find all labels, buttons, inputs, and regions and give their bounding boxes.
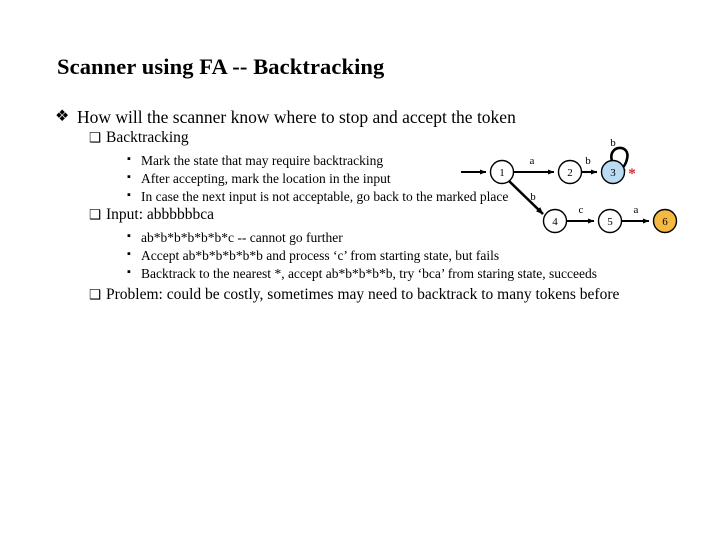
edge-label-1-2: a	[530, 155, 535, 167]
small-square-bullet-icon: ▪	[127, 248, 131, 261]
finite-automaton-diagram: a b b b c a 1 2 3 * 4 5 6	[455, 133, 710, 251]
state-label-3: 3	[610, 167, 616, 179]
outline-item-question-label: How will the scanner know where to stop …	[77, 107, 516, 127]
state-label-5: 5	[607, 216, 613, 228]
outline-item-backtrack-nearest-label: Backtrack to the nearest *, accept ab*b*…	[141, 266, 597, 282]
state-label-4: 4	[552, 216, 558, 228]
accept-star-marker: *	[628, 166, 636, 182]
outline-item-question: ❖ How will the scanner know where to sto…	[55, 107, 680, 128]
outline-item-backtrack-nearest: ▪ Backtrack to the nearest *, accept ab*…	[127, 265, 680, 283]
small-square-bullet-icon: ▪	[127, 230, 131, 243]
square-bullet-icon: ❑	[89, 287, 102, 303]
square-bullet-icon: ❑	[89, 130, 102, 146]
outline-item-problem: ❑ Problem: could be costly, sometimes ma…	[89, 286, 680, 305]
outline-item-problem-label: Problem: could be costly, sometimes may …	[106, 286, 620, 304]
square-bullet-icon: ❑	[89, 207, 102, 223]
state-label-1: 1	[499, 167, 505, 179]
state-label-2: 2	[567, 167, 573, 179]
edge-label-5-6: a	[634, 204, 639, 216]
small-square-bullet-icon: ▪	[127, 153, 131, 166]
edge-label-2-3: b	[585, 155, 591, 167]
small-square-bullet-icon: ▪	[127, 171, 131, 184]
slide-canvas: Scanner using FA -- Backtracking ❖ How w…	[0, 0, 720, 540]
small-square-bullet-icon: ▪	[127, 189, 131, 202]
page-title: Scanner using FA -- Backtracking	[57, 54, 385, 79]
edge-label-1-4: b	[530, 191, 536, 203]
edge-1-to-4	[508, 180, 544, 215]
small-square-bullet-icon: ▪	[127, 266, 131, 279]
state-label-6: 6	[662, 216, 668, 228]
edge-label-3-self: b	[610, 137, 616, 149]
edge-label-4-5: c	[579, 204, 584, 216]
diamond-bullet-icon: ❖	[55, 108, 70, 125]
